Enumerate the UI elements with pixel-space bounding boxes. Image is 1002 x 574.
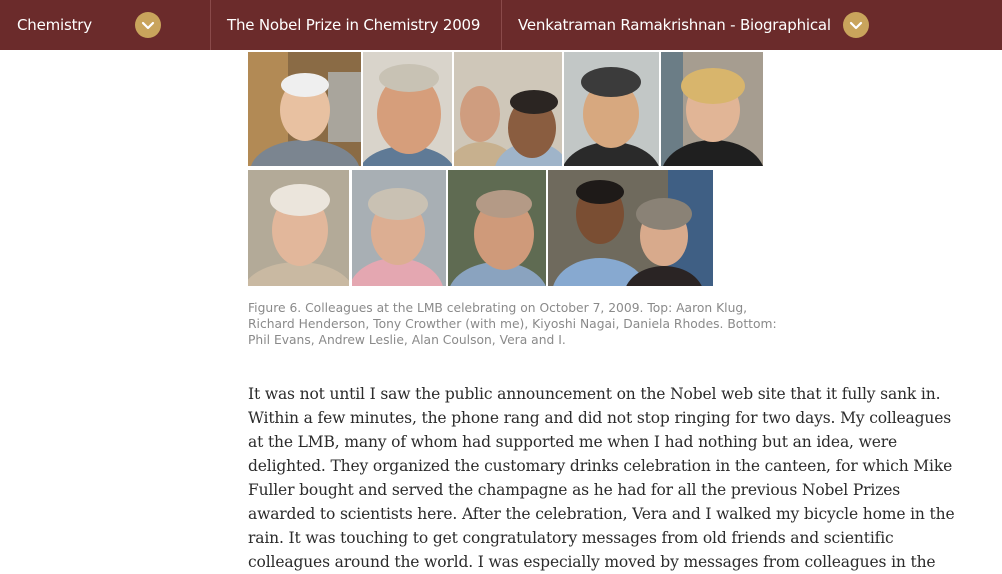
paragraph-line: Fuller bought and served the champagne a… bbox=[248, 481, 901, 499]
paragraph-line: rain. It was touching to get congratulat… bbox=[248, 529, 894, 547]
caption-line: Phil Evans, Andrew Leslie, Alan Coulson,… bbox=[248, 333, 566, 347]
top-navigation-bar: Chemistry The Nobel Prize in Chemistry 2… bbox=[0, 0, 1002, 50]
figure-caption: Figure 6. Colleagues at the LMB celebrat… bbox=[248, 300, 778, 348]
breadcrumb-label: Chemistry bbox=[17, 16, 92, 34]
article-paragraph: It was not until I saw the public announ… bbox=[248, 382, 988, 574]
photo-aaron-klug[interactable] bbox=[248, 52, 361, 166]
breadcrumb-biographical[interactable]: Venkatraman Ramakrishnan - Biographical bbox=[502, 0, 883, 50]
paragraph-line: Within a few minutes, the phone rang and… bbox=[248, 409, 952, 427]
paragraph-line: delighted. They organized the customary … bbox=[248, 457, 953, 475]
chevron-down-icon[interactable] bbox=[842, 12, 869, 38]
paragraph-line: at the LMB, many of whom had supported m… bbox=[248, 433, 898, 451]
breadcrumb-label: Venkatraman Ramakrishnan - Biographical bbox=[518, 16, 831, 34]
breadcrumb-chemistry[interactable]: Chemistry bbox=[0, 0, 211, 50]
caption-line: Figure 6. Colleagues at the LMB celebrat… bbox=[248, 301, 748, 315]
breadcrumb-label: The Nobel Prize in Chemistry 2009 bbox=[227, 16, 481, 34]
photo-tony-crowther[interactable] bbox=[454, 52, 562, 166]
photo-richard-henderson[interactable] bbox=[363, 52, 452, 166]
photo-andrew-leslie[interactable] bbox=[352, 170, 446, 286]
paragraph-line: colleagues around the world. I was espec… bbox=[248, 553, 936, 571]
caption-line: Richard Henderson, Tony Crowther (with m… bbox=[248, 317, 777, 331]
photo-phil-evans[interactable] bbox=[248, 170, 349, 286]
chevron-down-icon[interactable] bbox=[134, 12, 161, 38]
breadcrumb-nobel-prize-chemistry-2009[interactable]: The Nobel Prize in Chemistry 2009 bbox=[211, 0, 502, 50]
photo-daniela-rhodes[interactable] bbox=[661, 52, 763, 166]
photo-vera-and-i[interactable] bbox=[548, 170, 713, 286]
photo-kiyoshi-nagai[interactable] bbox=[564, 52, 659, 166]
paragraph-line: It was not until I saw the public announ… bbox=[248, 385, 941, 403]
paragraph-line: awarded to scientists here. After the ce… bbox=[248, 505, 955, 523]
photo-alan-coulson[interactable] bbox=[448, 170, 546, 286]
